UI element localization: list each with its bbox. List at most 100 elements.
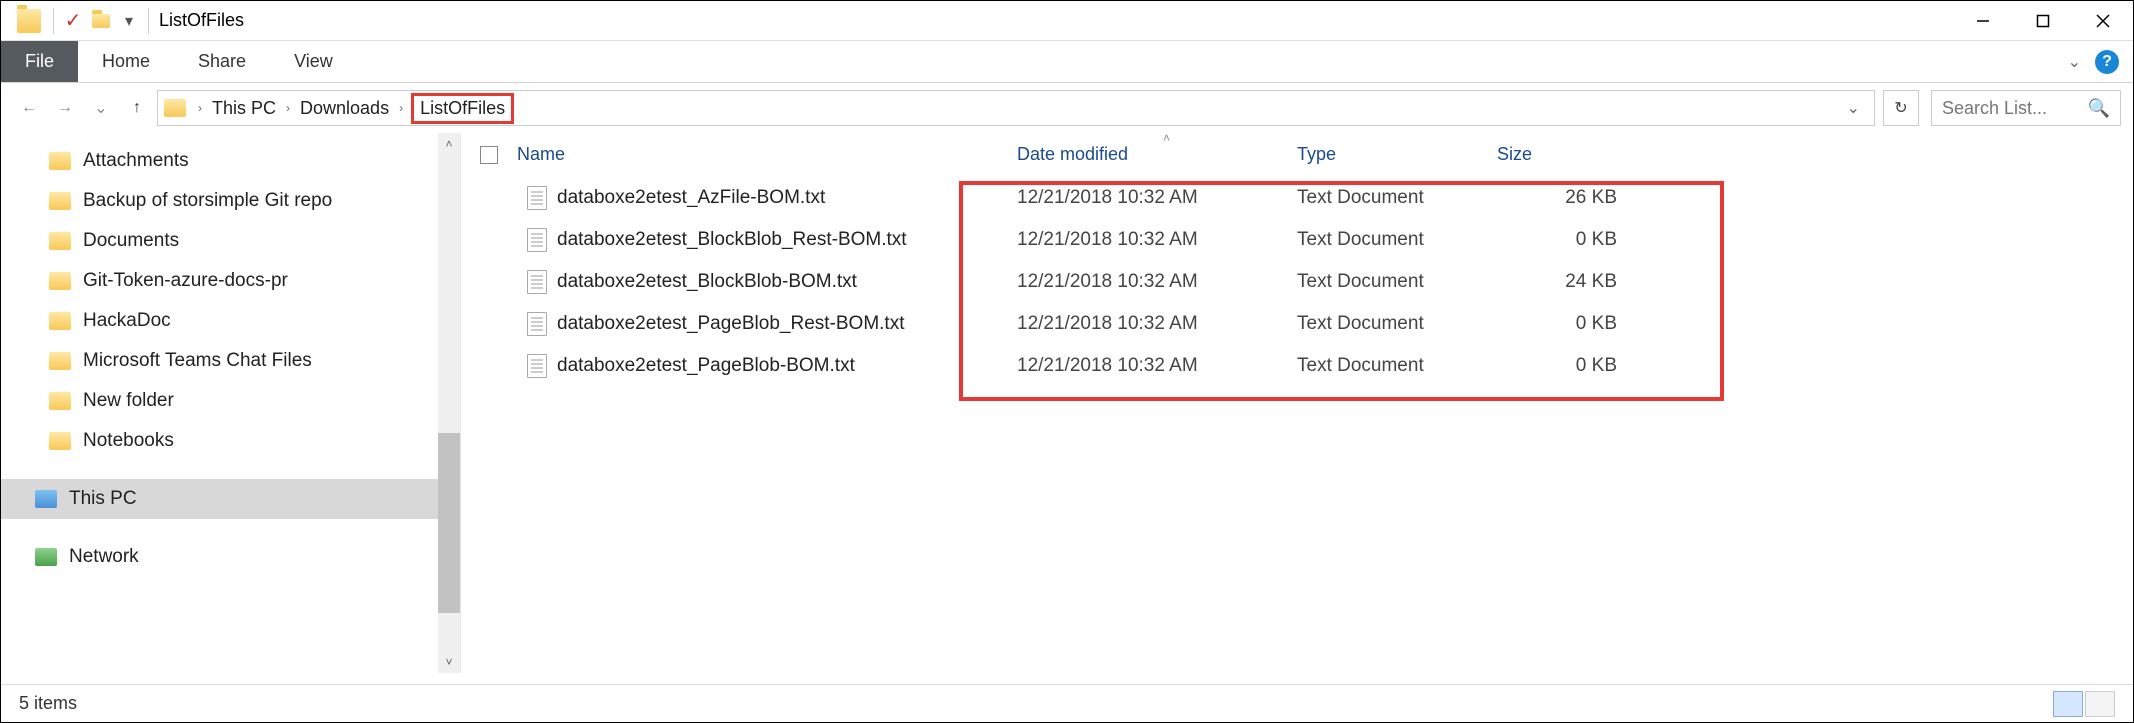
icons-view-button[interactable] bbox=[2085, 691, 2115, 717]
sidebar-item[interactable]: Documents bbox=[1, 221, 460, 261]
details-view-button[interactable] bbox=[2053, 691, 2083, 717]
file-type: Text Document bbox=[1297, 229, 1497, 251]
breadcrumb-current[interactable]: ListOfFiles bbox=[411, 93, 514, 124]
navigation-pane: Attachments Backup of storsimple Git repo… bbox=[1, 133, 461, 673]
column-type[interactable]: Type bbox=[1297, 144, 1497, 165]
breadcrumb-downloads[interactable]: Downloads bbox=[296, 96, 393, 121]
properties-icon[interactable]: ✓ bbox=[62, 10, 84, 32]
tab-share[interactable]: Share bbox=[174, 41, 270, 82]
sidebar-item-label: Network bbox=[69, 546, 139, 568]
chevron-right-icon[interactable]: › bbox=[282, 101, 294, 115]
address-dropdown-icon[interactable]: ⌄ bbox=[1839, 98, 1868, 118]
file-type: Text Document bbox=[1297, 271, 1497, 293]
column-size[interactable]: Size bbox=[1497, 144, 1637, 165]
sidebar-item[interactable]: Attachments bbox=[1, 141, 460, 181]
sidebar-item[interactable]: HackaDoc bbox=[1, 301, 460, 341]
main-area: Attachments Backup of storsimple Git repo… bbox=[1, 133, 2133, 673]
sidebar-item[interactable]: New folder bbox=[1, 381, 460, 421]
sidebar-item[interactable]: Network bbox=[1, 537, 460, 577]
search-icon: 🔍 bbox=[2088, 98, 2110, 119]
chevron-right-icon[interactable]: › bbox=[395, 101, 407, 115]
text-file-icon bbox=[527, 312, 547, 336]
pc-icon bbox=[35, 490, 57, 508]
status-text: 5 items bbox=[19, 693, 77, 714]
sidebar-item[interactable]: Git-Token-azure-docs-pr bbox=[1, 261, 460, 301]
close-button[interactable] bbox=[2073, 1, 2133, 41]
sidebar-item-label: Backup of storsimple Git repo bbox=[83, 190, 332, 212]
text-file-icon bbox=[527, 270, 547, 294]
refresh-button[interactable]: ↻ bbox=[1883, 90, 1919, 126]
help-icon[interactable]: ? bbox=[2095, 50, 2119, 74]
back-button[interactable]: ← bbox=[13, 92, 45, 124]
sidebar-item[interactable]: Notebooks bbox=[1, 421, 460, 461]
column-headers: Name Date modified Type Size bbox=[461, 133, 2133, 177]
scroll-down-icon[interactable]: ˅ bbox=[438, 651, 460, 673]
file-name: databoxe2etest_PageBlob-BOM.txt bbox=[557, 355, 1017, 377]
sidebar-item-label: Documents bbox=[83, 230, 179, 252]
qat-folder-icon[interactable] bbox=[90, 10, 112, 32]
file-date: 12/21/2018 10:32 AM bbox=[1017, 229, 1297, 251]
scrollbar-thumb[interactable] bbox=[438, 433, 460, 613]
file-name: databoxe2etest_PageBlob_Rest-BOM.txt bbox=[557, 313, 1017, 335]
file-size: 0 KB bbox=[1497, 229, 1637, 251]
sidebar-item[interactable]: Microsoft Teams Chat Files bbox=[1, 341, 460, 381]
sidebar-item[interactable]: Backup of storsimple Git repo bbox=[1, 181, 460, 221]
folder-icon bbox=[49, 272, 71, 290]
sidebar-item-label: This PC bbox=[69, 488, 137, 510]
file-type: Text Document bbox=[1297, 313, 1497, 335]
file-row[interactable]: databoxe2etest_BlockBlob-BOM.txt12/21/20… bbox=[461, 261, 2133, 303]
file-tab[interactable]: File bbox=[1, 41, 78, 82]
folder-icon bbox=[49, 352, 71, 370]
ribbon: File Home Share View ⌄ ? bbox=[1, 41, 2133, 83]
sidebar-item-label: HackaDoc bbox=[83, 310, 171, 332]
quick-access-toolbar: ✓ ▾ bbox=[56, 10, 146, 32]
sidebar-item[interactable]: This PC bbox=[1, 479, 460, 519]
file-row[interactable]: databoxe2etest_PageBlob-BOM.txt12/21/201… bbox=[461, 345, 2133, 387]
text-file-icon bbox=[527, 354, 547, 378]
folder-icon bbox=[49, 392, 71, 410]
file-size: 24 KB bbox=[1497, 271, 1637, 293]
window-controls bbox=[1953, 1, 2133, 41]
tab-view[interactable]: View bbox=[270, 41, 357, 82]
file-row[interactable]: databoxe2etest_BlockBlob_Rest-BOM.txt12/… bbox=[461, 219, 2133, 261]
window-folder-icon bbox=[17, 9, 41, 33]
file-size: 26 KB bbox=[1497, 187, 1637, 209]
status-bar: 5 items bbox=[1, 684, 2133, 722]
file-row[interactable]: databoxe2etest_PageBlob_Rest-BOM.txt12/2… bbox=[461, 303, 2133, 345]
separator bbox=[148, 8, 149, 34]
file-row[interactable]: databoxe2etest_AzFile-BOM.txt12/21/2018 … bbox=[461, 177, 2133, 219]
sidebar-item-label: Attachments bbox=[83, 150, 189, 172]
qat-dropdown-icon[interactable]: ▾ bbox=[118, 10, 140, 32]
folder-icon bbox=[49, 232, 71, 250]
file-name: databoxe2etest_BlockBlob_Rest-BOM.txt bbox=[557, 229, 1017, 251]
minimize-button[interactable] bbox=[1953, 1, 2013, 41]
text-file-icon bbox=[527, 228, 547, 252]
folder-icon bbox=[49, 432, 71, 450]
network-icon bbox=[35, 548, 57, 566]
sort-indicator-icon: ˄ bbox=[1163, 131, 1170, 145]
search-input[interactable]: Search List... 🔍 bbox=[1931, 90, 2121, 126]
folder-icon bbox=[49, 192, 71, 210]
address-bar[interactable]: › This PC › Downloads › ListOfFiles ⌄ bbox=[157, 90, 1875, 126]
maximize-button[interactable] bbox=[2013, 1, 2073, 41]
select-all-checkbox[interactable] bbox=[480, 146, 498, 164]
file-list: ˄ Name Date modified Type Size databoxe2… bbox=[461, 133, 2133, 673]
file-date: 12/21/2018 10:32 AM bbox=[1017, 187, 1297, 209]
recent-dropdown[interactable]: ⌄ bbox=[85, 92, 117, 124]
column-date[interactable]: Date modified bbox=[1017, 144, 1297, 165]
folder-icon bbox=[49, 312, 71, 330]
folder-icon bbox=[49, 152, 71, 170]
file-date: 12/21/2018 10:32 AM bbox=[1017, 313, 1297, 335]
up-button[interactable]: ↑ bbox=[121, 92, 153, 124]
sidebar-item-label: Git-Token-azure-docs-pr bbox=[83, 270, 288, 292]
breadcrumb-this-pc[interactable]: This PC bbox=[208, 96, 280, 121]
tab-home[interactable]: Home bbox=[78, 41, 174, 82]
separator bbox=[53, 8, 54, 34]
column-name[interactable]: Name bbox=[517, 144, 1017, 165]
forward-button[interactable]: → bbox=[49, 92, 81, 124]
file-name: databoxe2etest_BlockBlob-BOM.txt bbox=[557, 271, 1017, 293]
file-date: 12/21/2018 10:32 AM bbox=[1017, 271, 1297, 293]
scroll-up-icon[interactable]: ˄ bbox=[438, 133, 460, 155]
ribbon-expand-icon[interactable]: ⌄ bbox=[2068, 52, 2081, 72]
chevron-right-icon[interactable]: › bbox=[194, 101, 206, 115]
